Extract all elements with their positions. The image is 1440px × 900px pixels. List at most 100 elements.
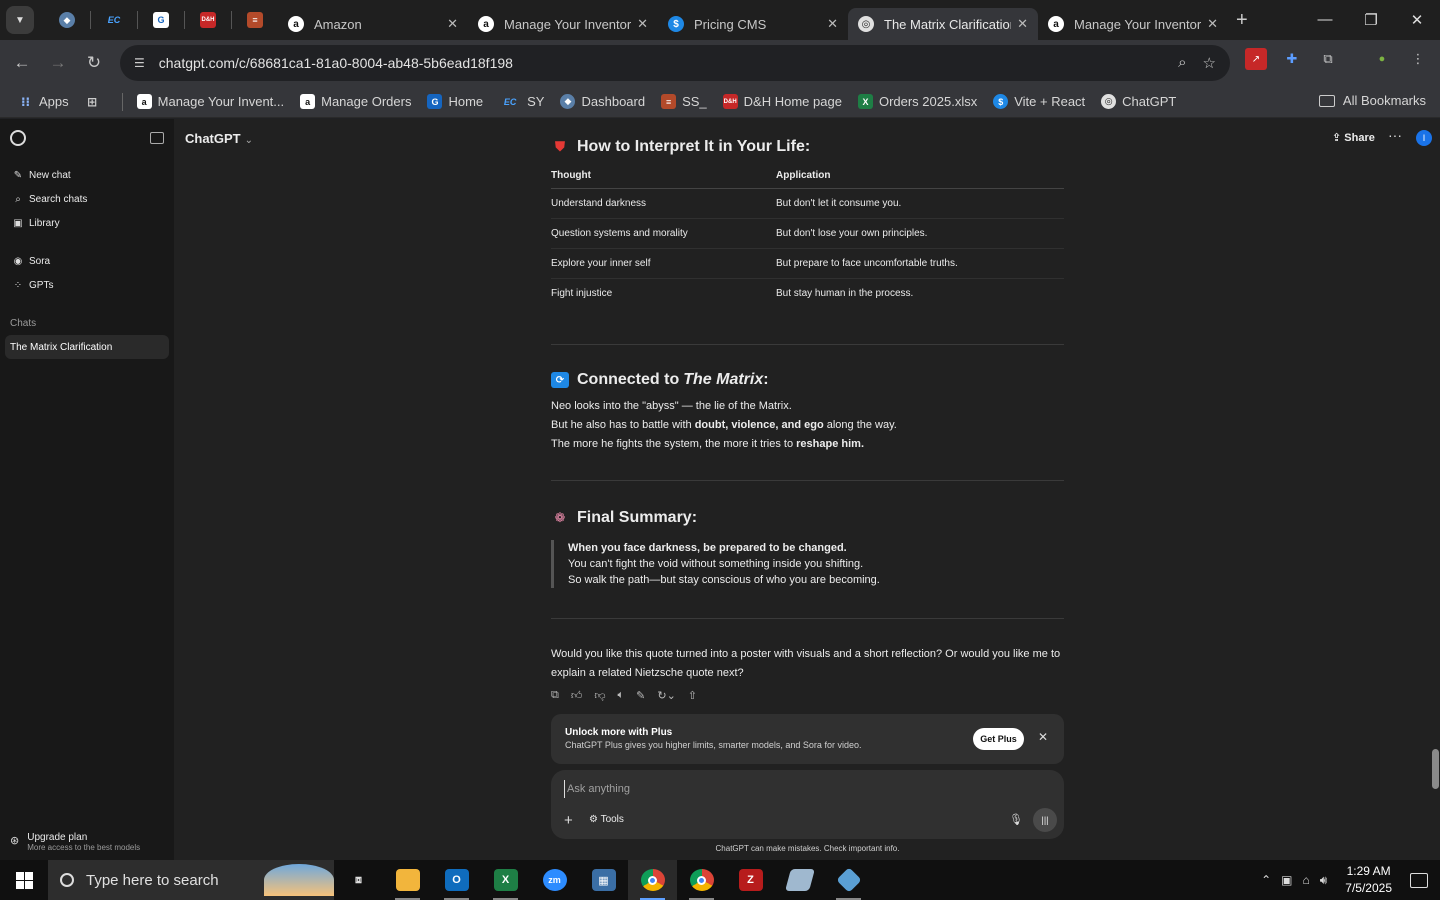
tab-matrix-clarification[interactable]: ◎ The Matrix Clarification ✕ <box>848 8 1038 40</box>
prompt-input[interactable] <box>564 780 1004 798</box>
thumbs-down-icon[interactable]: 👎︎ <box>594 689 605 702</box>
menu-dots-icon[interactable]: ⋮ <box>1407 48 1429 70</box>
tools-button[interactable]: ⚙ Tools <box>589 814 624 825</box>
new-tab-button[interactable]: + <box>1236 9 1248 32</box>
pinned-tab-2[interactable]: EC <box>91 0 137 40</box>
bookmark-sy[interactable]: EC SY <box>499 94 545 109</box>
tab-manage-inventory-1[interactable]: a Manage Your Inventory ✕ <box>468 8 658 40</box>
task-view-button[interactable]: ⧈ <box>334 860 383 900</box>
extension-icon[interactable]: ↗ <box>1245 48 1267 70</box>
attach-plus-icon[interactable]: + <box>564 812 573 829</box>
taskbar-app-2[interactable] <box>824 860 873 900</box>
read-aloud-icon[interactable]: 🔈︎ <box>618 689 625 702</box>
bookmark-manage-orders[interactable]: a Manage Orders <box>300 94 411 109</box>
clock[interactable]: 1:29 AM 7/5/2025 <box>1345 863 1392 897</box>
pinned-tab-4[interactable]: D&H <box>185 0 231 40</box>
bookmark-star-icon[interactable]: ☆ <box>1203 54 1216 72</box>
sidebar-item-gpts[interactable]: ⁘ GPTs <box>0 273 174 297</box>
sidebar-item-search-chats[interactable]: ⌕ Search chats <box>0 187 174 211</box>
edit-icon[interactable]: ✎ <box>636 689 645 702</box>
chat-item-matrix-clarification[interactable]: The Matrix Clarification <box>5 335 169 359</box>
close-icon[interactable]: ✕ <box>1207 16 1218 32</box>
more-options-icon[interactable]: ··· <box>1388 127 1402 143</box>
microphone-icon[interactable]: 🎙︎ <box>1009 813 1023 826</box>
notifications-icon[interactable] <box>1410 872 1428 888</box>
taskbar-excel[interactable]: X <box>481 860 530 900</box>
bookmark-home[interactable]: G Home <box>427 94 483 109</box>
bookmark-vite-react[interactable]: $ Vite + React <box>993 94 1085 109</box>
scrollbar-thumb[interactable] <box>1432 749 1439 789</box>
volume-icon[interactable]: 🔊︎ <box>1320 873 1328 888</box>
openai-logo-icon[interactable] <box>10 130 26 146</box>
taskbar-chrome[interactable] <box>628 860 677 900</box>
bookmark-apps[interactable]: ⁝⁝ Apps <box>18 94 69 109</box>
bookmark-orders-xlsx[interactable]: X Orders 2025.xlsx <box>857 94 977 109</box>
close-icon[interactable]: ✕ <box>447 16 458 32</box>
composer: + ⚙ Tools 🎙︎ ||| <box>551 770 1064 839</box>
security-icon[interactable]: ▣ <box>1281 873 1292 887</box>
site-info-icon[interactable]: ☰ <box>134 56 145 70</box>
sidebar-item-new-chat[interactable]: ✎ New chat <box>0 163 174 187</box>
regenerate-icon[interactable]: ↻⌄ <box>657 689 675 702</box>
close-icon[interactable]: ✕ <box>1017 16 1028 32</box>
taskbar-outlook[interactable]: O <box>432 860 481 900</box>
bookmark-chatgpt[interactable]: ◎ ChatGPT <box>1101 94 1176 109</box>
network-icon[interactable]: ⌂ <box>1302 873 1309 887</box>
address-bar[interactable]: ☰ chatgpt.com/c/68681ca1-81a0-8004-ab48-… <box>120 45 1230 81</box>
extension-icon[interactable]: ✚ <box>1281 48 1303 70</box>
disclaimer: ChatGPT can make mistakes. Check importa… <box>715 844 900 853</box>
avatar[interactable]: I <box>1416 130 1432 146</box>
taskbar-app[interactable] <box>775 860 824 900</box>
puzzle-icon[interactable]: ⧉ <box>1317 48 1339 70</box>
tab-amazon[interactable]: a Amazon ✕ <box>278 8 468 40</box>
profile-icon[interactable]: ● <box>1371 48 1393 70</box>
scrollbar[interactable] <box>1431 129 1440 799</box>
sidebar-item-sora[interactable]: ◉ Sora <box>0 249 174 273</box>
thumbs-up-icon[interactable]: 👍︎ <box>571 689 583 702</box>
tab-groups-button[interactable]: ⊞ <box>85 94 106 109</box>
upgrade-plan-button[interactable]: ⊛ Upgrade plan More access to the best m… <box>10 832 140 852</box>
pinned-tab-3[interactable]: G <box>138 0 184 40</box>
get-plus-button[interactable]: Get Plus <box>973 728 1024 750</box>
back-icon[interactable]: ← <box>4 53 40 73</box>
pinned-tab-1[interactable]: ◆ <box>44 0 90 40</box>
bookmark-dashboard[interactable]: ◆ Dashboard <box>560 94 645 109</box>
url-text[interactable]: chatgpt.com/c/68681ca1-81a0-8004-ab48-5b… <box>159 55 513 71</box>
bookmark-dh-home[interactable]: D&H D&H Home page <box>722 94 842 109</box>
sidebar-item-library[interactable]: ▣ Library <box>0 211 174 235</box>
all-bookmarks-button[interactable]: All Bookmarks <box>1318 93 1426 108</box>
share-button[interactable]: ⇪ Share <box>1332 131 1375 144</box>
close-icon[interactable]: ✕ <box>1038 730 1048 744</box>
close-icon[interactable]: ✕ <box>827 16 838 32</box>
voice-mode-icon[interactable]: ||| <box>1033 808 1057 832</box>
chevron-up-icon[interactable]: ⌃ <box>1261 873 1271 887</box>
bookmark-manage-inventory[interactable]: a Manage Your Invent... <box>136 94 284 109</box>
section-heading-interpret: ⛊ How to Interpret It in Your Life: <box>551 138 1064 156</box>
taskbar-filezilla[interactable]: Z <box>726 860 775 900</box>
model-picker[interactable]: ChatGPT ⌄ <box>185 131 253 146</box>
summary-quote: When you face darkness, be prepared to b… <box>551 540 1064 588</box>
taskbar-calculator[interactable]: ▦ <box>579 860 628 900</box>
taskbar-file-explorer[interactable] <box>383 860 432 900</box>
copy-icon[interactable]: ⧉ <box>551 689 559 702</box>
close-window-icon[interactable]: ✕ <box>1394 11 1440 29</box>
taskbar-zoom[interactable]: zm <box>530 860 579 900</box>
bookmark-ss[interactable]: ≡ SS_ <box>661 94 707 109</box>
tab-search-button[interactable]: ▼ <box>6 6 34 34</box>
start-button[interactable] <box>0 860 48 900</box>
forward-icon[interactable]: → <box>40 53 76 73</box>
pinned-tab-5[interactable]: ≡ <box>232 0 278 40</box>
zoom-icon[interactable]: ⌕ <box>1178 54 1186 72</box>
tab-pricing-cms[interactable]: $ Pricing CMS ✕ <box>658 8 848 40</box>
close-icon[interactable]: ✕ <box>637 16 648 32</box>
reload-icon[interactable]: ↻ <box>76 53 112 73</box>
share-icon[interactable]: ⇧ <box>688 689 697 702</box>
taskbar-chrome-2[interactable] <box>677 860 726 900</box>
matrix-paragraph: Neo looks into the "abyss" — the lie of … <box>551 400 897 450</box>
taskbar-search[interactable]: Type here to search <box>48 860 334 900</box>
minimize-icon[interactable]: — <box>1302 11 1348 29</box>
restore-icon[interactable]: ❐ <box>1348 11 1394 29</box>
sidebar-toggle-icon[interactable] <box>150 132 164 144</box>
chrome-icon <box>640 869 665 891</box>
tab-manage-inventory-2[interactable]: a Manage Your Inventory ✕ <box>1038 8 1228 40</box>
